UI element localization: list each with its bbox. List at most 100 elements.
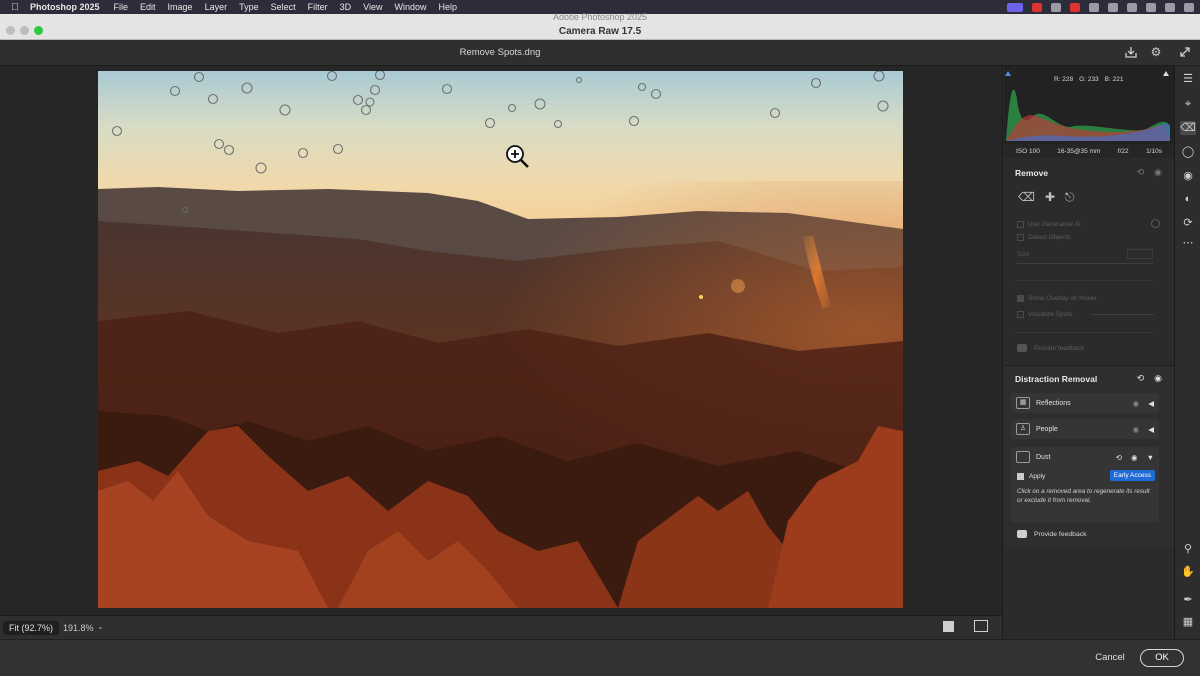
control-center-icon[interactable]: [1165, 2, 1175, 12]
visualize-spots-checkbox[interactable]: [1017, 311, 1024, 318]
before-after-icon[interactable]: [974, 620, 988, 632]
remove-feedback-link[interactable]: Provide feedback: [1017, 344, 1084, 352]
menu-select[interactable]: Select: [271, 2, 296, 12]
size-track[interactable]: [1017, 263, 1153, 264]
menu-layer[interactable]: Layer: [205, 2, 228, 12]
reset-icon[interactable]: ⟲: [1116, 453, 1122, 462]
presets-icon[interactable]: ◐: [1180, 192, 1196, 206]
zoom-level-button[interactable]: 191.8%: [63, 623, 94, 633]
save-icon[interactable]: [1124, 45, 1138, 59]
lens-value: 16-35@35 mm: [1057, 147, 1101, 155]
eraser-icon[interactable]: ⌫: [1018, 190, 1035, 205]
detect-objects-row[interactable]: Detect Objects: [1017, 234, 1071, 241]
speech-bubble-icon: [1017, 344, 1027, 352]
play-icon[interactable]: [1089, 2, 1099, 12]
window-title: Camera Raw 17.5: [558, 26, 642, 37]
apply-checkbox[interactable]: [1017, 473, 1024, 480]
snapshots-icon[interactable]: ⟳: [1180, 216, 1196, 230]
cancel-button[interactable]: Cancel: [1090, 650, 1130, 666]
chevron-down-icon[interactable]: ▼: [1147, 453, 1154, 462]
fullscreen-icon[interactable]: [1178, 45, 1192, 59]
apple-icon[interactable]: : [0, 2, 30, 13]
more-icon[interactable]: ⋯: [1180, 236, 1196, 250]
chevron-down-icon[interactable]: ⌄: [97, 622, 104, 631]
battery-icon[interactable]: [1108, 2, 1118, 12]
detect-objects-checkbox[interactable]: [1017, 234, 1024, 241]
distraction-removal-header-icons: ⟲ ◉: [1137, 373, 1162, 384]
eye-icon[interactable]: ◉: [1154, 167, 1162, 178]
feedback-label: Provide feedback: [1034, 344, 1085, 352]
eye-icon[interactable]: ◉: [1131, 453, 1138, 462]
reset-icon[interactable]: ⟲: [1137, 373, 1145, 384]
distraction-feedback-link[interactable]: Provide feedback: [1017, 530, 1087, 538]
menu-file[interactable]: File: [114, 2, 129, 12]
eye-icon[interactable]: ◉: [1154, 373, 1162, 384]
menu-help[interactable]: Help: [439, 2, 458, 12]
menu-edit[interactable]: Edit: [140, 2, 156, 12]
crop-icon[interactable]: ⌖: [1180, 97, 1196, 111]
masking-icon[interactable]: ◯: [1180, 145, 1196, 159]
clone-stamp-icon[interactable]: ⎋: [1065, 190, 1075, 205]
show-overlay-checkbox[interactable]: [1017, 295, 1024, 302]
zoom-fit-button[interactable]: Fit (92.7%): [3, 621, 60, 635]
menu-image[interactable]: Image: [168, 2, 193, 12]
document-bar: Remove Spots.dng ⚙: [0, 40, 1200, 66]
menu-view[interactable]: View: [363, 2, 382, 12]
eyedropper-icon[interactable]: ✒: [1180, 593, 1196, 607]
use-generative-ai-row[interactable]: Use Generative AI: [1017, 221, 1081, 228]
size-slider[interactable]: Size: [1017, 249, 1153, 264]
view-toggle-icon[interactable]: [943, 621, 954, 632]
eye-icon[interactable]: ◉: [1133, 399, 1140, 408]
expand-left-icon[interactable]: ◀: [1148, 425, 1154, 434]
hand-tool-icon[interactable]: ✋: [1180, 565, 1196, 579]
menu-filter[interactable]: Filter: [308, 2, 328, 12]
divider: [1015, 332, 1153, 333]
show-overlay-row[interactable]: Show Overlay on Hover: [1017, 295, 1097, 302]
visualize-spots-slider[interactable]: [1090, 314, 1155, 315]
menu-3d[interactable]: 3D: [340, 2, 352, 12]
wifi-icon[interactable]: [1127, 2, 1137, 12]
screen-share-icon[interactable]: [1007, 2, 1023, 12]
use-generative-ai-checkbox[interactable]: [1017, 221, 1024, 228]
size-value-field[interactable]: [1127, 249, 1153, 259]
remove-tool-icon[interactable]: ⌫: [1180, 121, 1196, 135]
red-eye-icon[interactable]: ◉: [1180, 169, 1196, 183]
edit-sliders-icon[interactable]: ☰: [1180, 72, 1196, 86]
image-canvas-area[interactable]: [0, 66, 1002, 615]
people-icon: ♙: [1016, 423, 1030, 435]
zoom-tool-icon[interactable]: ⚲: [1180, 542, 1196, 556]
grid-icon[interactable]: ▦: [1180, 615, 1196, 629]
siri-icon[interactable]: [1184, 2, 1194, 12]
settings-icon[interactable]: [1051, 2, 1061, 12]
reflections-row[interactable]: ▦ Reflections ◉ ◀: [1011, 393, 1159, 413]
dust-controls: ⟲ ◉ ▼: [1116, 453, 1154, 462]
iso-value: ISO 100: [1016, 147, 1040, 155]
expand-left-icon[interactable]: ◀: [1148, 399, 1154, 408]
photo-preview[interactable]: [98, 71, 903, 608]
show-overlay-label: Show Overlay on Hover: [1028, 295, 1097, 302]
remove-tools: ⌫ ✚ ⎋: [1018, 190, 1075, 205]
dust-row[interactable]: Dust ⟲ ◉ ▼: [1011, 447, 1159, 467]
apply-row[interactable]: Apply: [1017, 473, 1045, 480]
visualize-spots-row[interactable]: Visualize Spots: [1017, 311, 1155, 318]
record-icon[interactable]: [1032, 2, 1042, 12]
heal-icon[interactable]: ✚: [1045, 190, 1055, 205]
dialog-footer: Cancel OK: [0, 639, 1200, 676]
menu-type[interactable]: Type: [239, 2, 259, 12]
detect-objects-label: Detect Objects: [1028, 234, 1071, 241]
people-row[interactable]: ♙ People ◉ ◀: [1011, 419, 1159, 439]
ok-button[interactable]: OK: [1140, 649, 1184, 667]
background-window-title: Adobe Photoshop 2025: [552, 12, 648, 22]
search-icon[interactable]: [1146, 2, 1156, 12]
menu-window[interactable]: Window: [394, 2, 426, 12]
app-status-icon[interactable]: [1070, 2, 1080, 12]
people-label: People: [1036, 425, 1058, 433]
gear-icon[interactable]: ⚙: [1149, 45, 1163, 59]
eye-icon[interactable]: ◉: [1133, 425, 1140, 434]
reset-icon[interactable]: ⟲: [1137, 167, 1145, 178]
app-menu[interactable]: Photoshop 2025: [30, 2, 100, 12]
info-icon[interactable]: [1151, 219, 1160, 228]
early-access-badge: Early Access: [1109, 470, 1155, 481]
rgb-readout: R: 228 G: 233 B: 221: [1054, 76, 1123, 83]
divider: [1015, 280, 1153, 281]
